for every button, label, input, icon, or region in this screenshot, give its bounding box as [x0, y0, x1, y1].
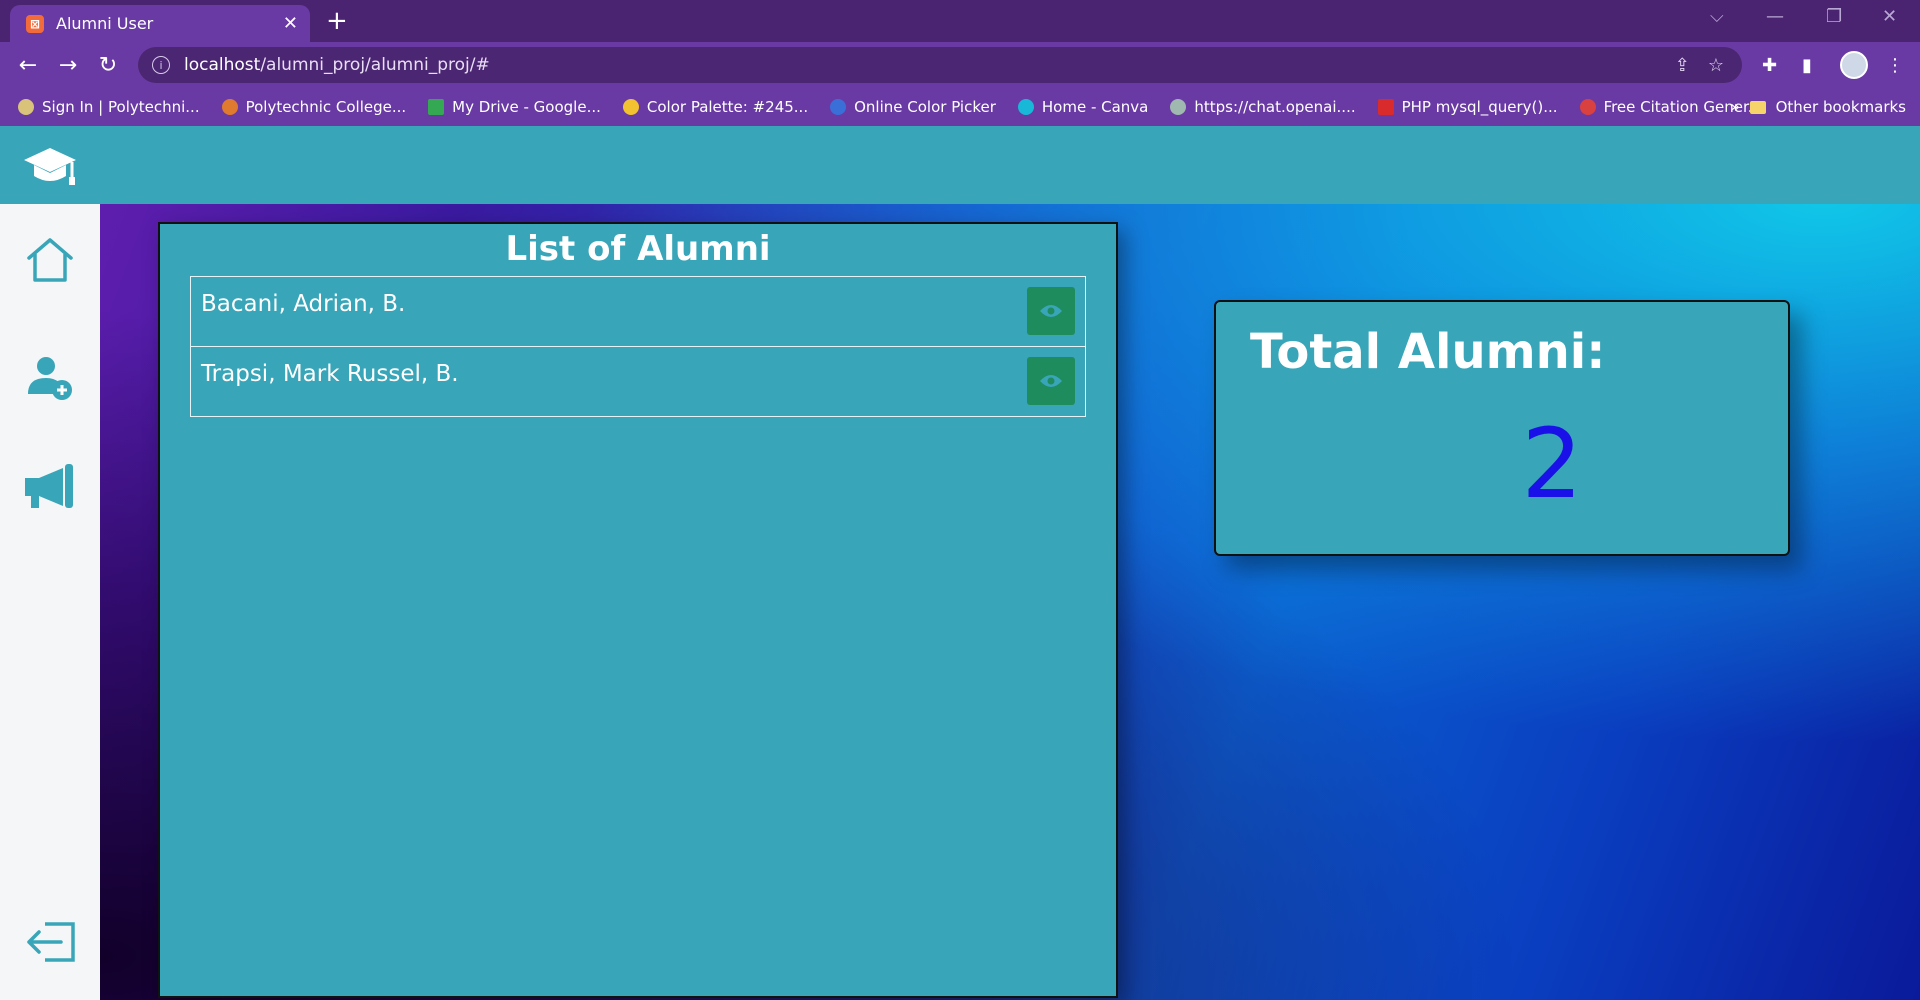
url-path: /alumni_proj/alumni_proj/# [260, 55, 490, 75]
other-bookmarks[interactable]: Other bookmarks [1749, 88, 1906, 126]
bookmark-item[interactable]: My Drive - Google... [428, 98, 601, 116]
bookmark-favicon-icon [1579, 99, 1596, 115]
home-icon[interactable] [22, 234, 78, 286]
restore-icon[interactable]: ❐ [1826, 6, 1842, 27]
browser-toolbar: ← → ↻ i localhost/alumni_proj/alumni_pro… [0, 42, 1920, 88]
canva-icon [1017, 99, 1034, 115]
menu-icon[interactable]: ⋮ [1886, 42, 1904, 88]
list-title: List of Alumni [505, 229, 771, 269]
browser-tabstrip: ⊠ Alumni User ✕ + ⌵ — ❐ ✕ [0, 0, 1920, 42]
window-close-icon[interactable]: ✕ [1882, 6, 1897, 27]
megaphone-icon[interactable] [22, 460, 78, 512]
reload-icon[interactable]: ↻ [88, 53, 128, 78]
total-alumni-count: 2 [1521, 408, 1583, 520]
view-button[interactable] [1027, 287, 1075, 335]
bookmark-favicon-icon [221, 99, 238, 115]
eye-icon [1040, 305, 1062, 317]
profile-avatar[interactable] [1840, 42, 1868, 88]
bookmark-item[interactable]: Polytechnic College... [221, 98, 406, 116]
page-content: List of Alumni Bacani, Adrian, B. Trapsi… [0, 126, 1920, 1000]
bookmark-favicon-icon [622, 99, 639, 115]
bookmarks-bar: Sign In | Polytechni... Polytechnic Coll… [0, 88, 1920, 126]
minimize-icon[interactable]: — [1766, 6, 1784, 27]
color-picker-icon [830, 99, 847, 115]
logout-icon[interactable] [22, 916, 78, 968]
total-alumni-label: Total Alumni: [1250, 324, 1606, 380]
total-alumni-card: Total Alumni: 2 [1214, 300, 1790, 556]
eye-icon [1040, 375, 1062, 387]
bookmark-star-icon[interactable]: ☆ [1708, 55, 1724, 76]
alumni-name: Bacani, Adrian, B. [201, 291, 406, 317]
extensions-icon[interactable]: ✚ [1762, 42, 1777, 88]
sidebar [0, 204, 100, 1000]
site-info-icon[interactable]: i [152, 56, 170, 74]
openai-icon [1170, 99, 1187, 115]
tab-search-icon[interactable]: ⌵ [1710, 6, 1724, 27]
table-row: Bacani, Adrian, B. [191, 277, 1085, 347]
table-row: Trapsi, Mark Russel, B. [191, 347, 1085, 417]
tab-title: Alumni User [56, 14, 154, 33]
view-button[interactable] [1027, 357, 1075, 405]
bookmark-item[interactable]: Sign In | Polytechni... [18, 98, 200, 116]
browser-tab[interactable]: ⊠ Alumni User ✕ [10, 5, 310, 42]
bookmark-favicon-icon [18, 99, 34, 115]
url-host: localhost [184, 55, 261, 75]
graduation-cap-icon [24, 148, 76, 185]
app-header [0, 126, 1920, 204]
side-panel-icon[interactable]: ▮ [1802, 42, 1812, 88]
bookmark-item[interactable]: Home - Canva [1017, 98, 1148, 116]
address-bar[interactable]: i localhost/alumni_proj/alumni_proj/# ⇪ … [138, 47, 1742, 83]
bookmark-item[interactable]: Color Palette: #245... [622, 98, 808, 116]
share-icon[interactable]: ⇪ [1675, 55, 1690, 76]
forward-icon[interactable]: → [48, 53, 88, 78]
xampp-favicon-icon: ⊠ [26, 14, 44, 33]
new-tab-icon[interactable]: + [326, 6, 348, 36]
folder-icon [1749, 100, 1766, 114]
bookmarks-overflow-icon[interactable]: » [1730, 97, 1740, 116]
google-drive-icon [428, 99, 445, 115]
alumni-name: Trapsi, Mark Russel, B. [201, 361, 459, 387]
back-icon[interactable]: ← [8, 53, 48, 78]
bookmark-item[interactable]: PHP mysql_query()... [1377, 98, 1558, 116]
bookmark-item[interactable]: Online Color Picker [830, 98, 996, 116]
add-user-icon[interactable] [22, 352, 78, 404]
alumni-list-panel: List of Alumni Bacani, Adrian, B. Trapsi… [158, 222, 1118, 998]
bookmark-item[interactable]: https://chat.openai.... [1170, 98, 1356, 116]
alumni-table: Bacani, Adrian, B. Trapsi, Mark Russel, … [190, 276, 1086, 417]
tab-close-icon[interactable]: ✕ [283, 14, 298, 33]
bookmark-favicon-icon [1377, 99, 1394, 115]
